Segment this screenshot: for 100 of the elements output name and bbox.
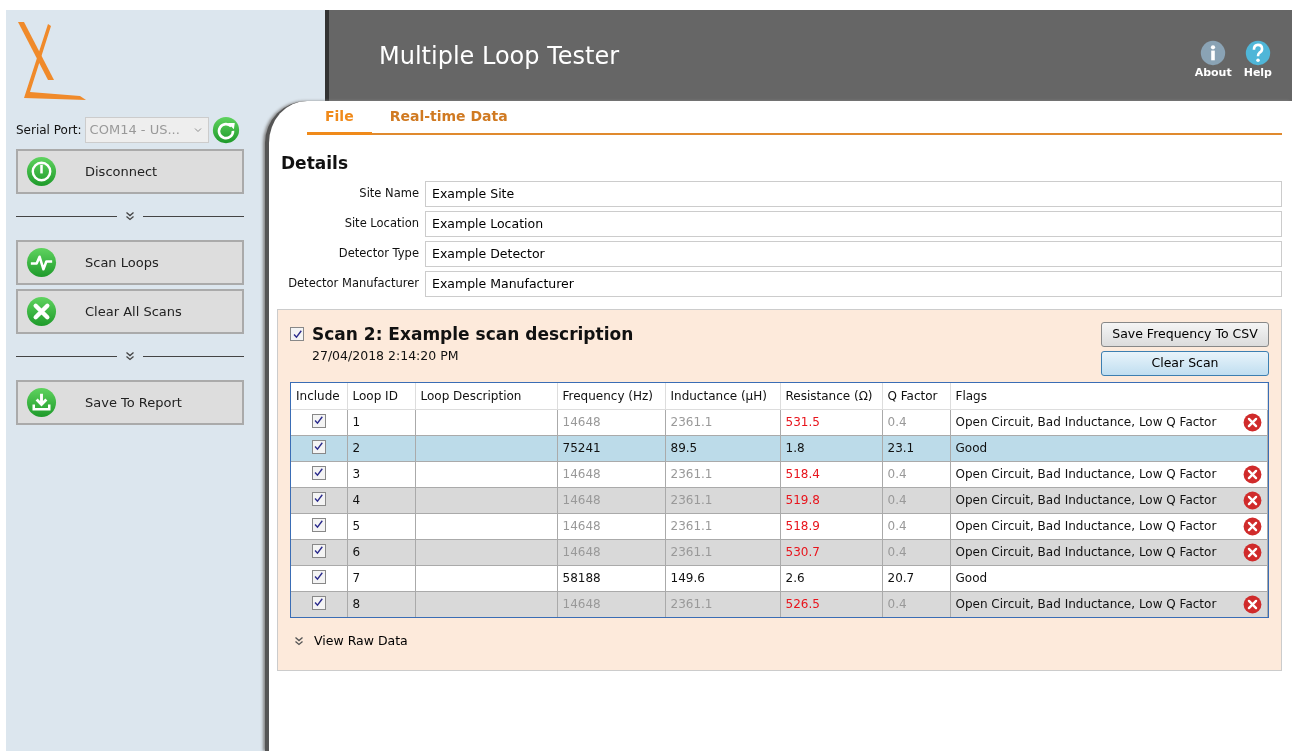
include-checkbox[interactable]: [311, 413, 326, 428]
include-checkbox[interactable]: [311, 517, 326, 532]
table-cell: 2361.1: [670, 597, 713, 612]
input-field[interactable]: Example Detector: [425, 240, 1282, 267]
table-cell: 0.4: [887, 597, 907, 612]
table-cell: 58188: [562, 571, 601, 585]
table-cell-text: Open Circuit, Bad Inductance, Low Q Factor: [955, 544, 1217, 561]
table-cell: 7: [352, 571, 361, 585]
field-label: Detector Manufacturer: [287, 274, 420, 292]
help-icon: [1244, 39, 1271, 66]
check-icon: [291, 328, 303, 340]
table-cell: 2: [352, 441, 361, 455]
app-title: Multiple Loop Tester: [379, 40, 621, 72]
column-header: Include: [291, 382, 347, 409]
table-cell: 0.4: [887, 467, 907, 481]
error-icon: [1243, 412, 1262, 432]
double-chevron-icon: [123, 209, 137, 223]
serial-port-label: Serial Port:: [16, 122, 82, 139]
table-cell: 0.4: [887, 545, 907, 559]
table-cell-text: Good: [955, 440, 988, 457]
table-cell: 518.9: [785, 519, 820, 533]
info-icon: [1200, 39, 1227, 66]
logo-icon: [18, 20, 86, 102]
column-header: Loop ID: [347, 382, 415, 409]
table-cell: 2361.1: [670, 415, 713, 429]
table-cell-text: Open Circuit, Bad Inductance, Low Q Factor: [955, 414, 1217, 431]
table-cell: 14648: [562, 493, 601, 507]
table-cell: 3: [352, 467, 361, 481]
sidebar-button[interactable]: Save To Report: [16, 380, 244, 425]
column-header: Flags: [950, 382, 1268, 409]
table-cell: 1: [352, 415, 361, 429]
sidebar-button[interactable]: Disconnect: [16, 149, 244, 194]
view-raw-data-toggle[interactable]: View Raw Data: [290, 632, 408, 651]
cross-icon: [26, 296, 57, 327]
sidebar-button[interactable]: Scan Loops: [16, 240, 244, 285]
table-cell: 530.7: [785, 545, 820, 559]
about-button[interactable]: About: [1190, 39, 1236, 80]
input-field[interactable]: Example Site: [425, 180, 1282, 207]
input-field[interactable]: Example Manufacturer: [425, 270, 1282, 297]
section-heading: Details: [281, 152, 349, 175]
table-cell-text: Good: [955, 570, 988, 587]
table-cell: 75241: [562, 441, 601, 455]
include-checkbox[interactable]: [311, 439, 326, 454]
table-cell: 2.6: [785, 571, 805, 585]
table-cell-text: Open Circuit, Bad Inductance, Low Q Factor: [955, 492, 1217, 509]
scan-checkbox[interactable]: [290, 327, 304, 342]
table-cell: 2361.1: [670, 545, 713, 559]
table-cell-text: Open Circuit, Bad Inductance, Low Q Factor: [955, 518, 1217, 535]
include-checkbox[interactable]: [311, 491, 326, 506]
table-cell: 0.4: [887, 493, 907, 507]
error-icon: [1243, 490, 1262, 510]
check-icon: [313, 519, 325, 530]
table-cell: 4: [352, 493, 361, 507]
field-label: Detector Type: [337, 244, 420, 262]
column-header: Q Factor: [882, 382, 950, 409]
table-cell: 8: [352, 597, 361, 612]
field-label: Site Name: [358, 184, 420, 202]
refresh-icon[interactable]: [211, 116, 240, 144]
include-checkbox[interactable]: [311, 595, 326, 610]
help-button[interactable]: Help: [1239, 39, 1276, 80]
check-icon: [313, 415, 325, 426]
scan-title: Scan 2: Example scan description: [312, 322, 634, 346]
table-cell: 20.7: [887, 571, 915, 585]
table-cell: 23.1: [887, 441, 915, 455]
error-icon: [1243, 542, 1262, 562]
table-cell: 519.8: [785, 493, 820, 507]
table-cell: 6: [352, 545, 361, 559]
double-chevron-icon: [123, 349, 137, 363]
table-cell: 149.6: [670, 571, 705, 585]
table-cell: 0.4: [887, 519, 907, 533]
table-cell: 14648: [562, 519, 601, 533]
table-cell: 14648: [562, 597, 601, 612]
table-cell: 89.5: [670, 441, 698, 455]
download-icon: [26, 387, 57, 418]
check-icon: [313, 545, 325, 556]
sidebar-button[interactable]: Clear All Scans: [16, 289, 244, 334]
error-icon: [1243, 464, 1262, 484]
include-checkbox[interactable]: [311, 543, 326, 558]
scan-timestamp: 27/04/2018 2:14:20 PM: [312, 347, 460, 365]
table-cell: 14648: [562, 415, 601, 429]
check-icon: [313, 441, 325, 452]
table-cell: 518.4: [785, 467, 820, 481]
pulse-icon: [26, 247, 57, 278]
check-icon: [313, 597, 325, 609]
table-cell: 0.4: [887, 415, 907, 429]
table-cell: 5: [352, 519, 361, 533]
include-checkbox[interactable]: [311, 465, 326, 480]
check-icon: [313, 467, 325, 478]
table-cell: 2361.1: [670, 519, 713, 533]
table-cell-text: Open Circuit, Bad Inductance, Low Q Factor: [955, 596, 1217, 614]
include-checkbox[interactable]: [311, 569, 326, 584]
table-cell: 14648: [562, 545, 601, 559]
scan-action-button[interactable]: Save Frequency To CSV: [1101, 321, 1269, 347]
column-header: Resistance (Ω): [780, 382, 882, 409]
column-header: Inductance (µH): [665, 382, 780, 409]
check-icon: [313, 493, 325, 504]
scan-action-button[interactable]: Clear Scan: [1101, 350, 1269, 376]
input-field[interactable]: Example Location: [425, 210, 1282, 237]
field-label: Site Location: [343, 214, 420, 232]
check-icon: [313, 571, 325, 582]
